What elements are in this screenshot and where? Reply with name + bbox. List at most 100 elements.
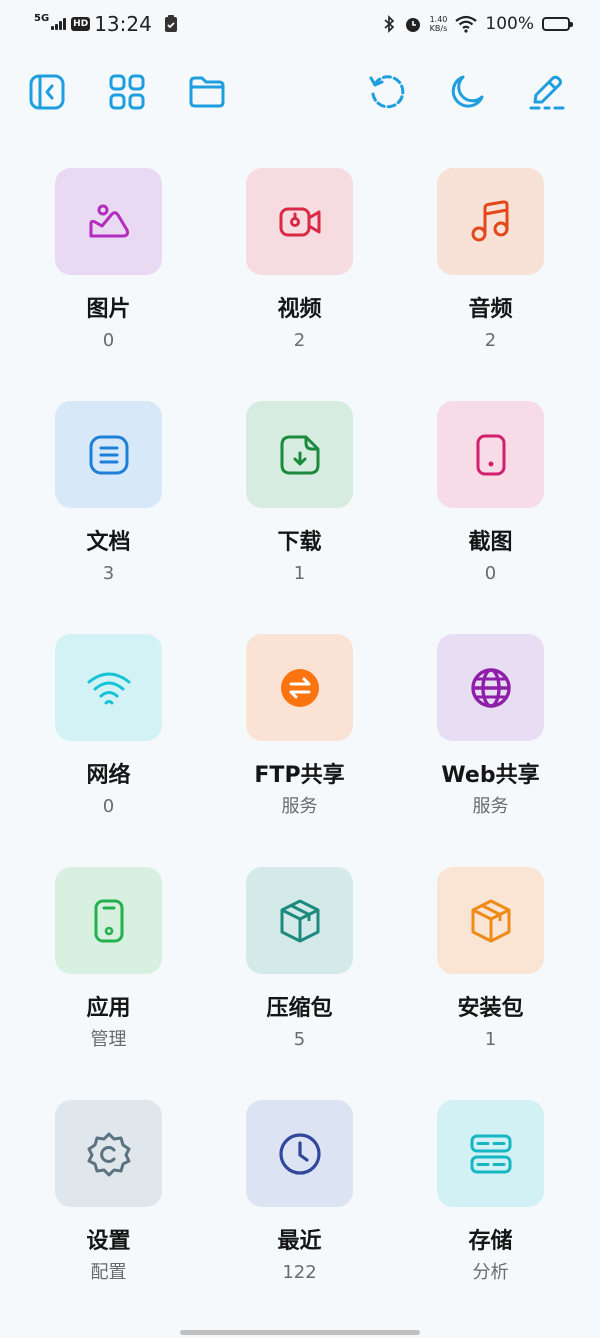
tile-icon-background bbox=[437, 401, 544, 508]
tile-subtitle: 1 bbox=[484, 1029, 497, 1050]
collapse-sidebar-button[interactable] bbox=[25, 70, 69, 114]
tile-subtitle: 122 bbox=[282, 1262, 317, 1283]
signal-icon bbox=[51, 18, 67, 30]
tile-icon-background bbox=[246, 634, 353, 741]
tile-subtitle: 1 bbox=[293, 563, 306, 584]
globe-icon bbox=[470, 667, 511, 708]
tile-subtitle: 0 bbox=[102, 330, 115, 351]
category-tile[interactable]: 视频 2 bbox=[204, 168, 395, 401]
tile-label: 应用 bbox=[86, 996, 131, 1021]
category-tile[interactable]: 音频 2 bbox=[395, 168, 586, 401]
history-icon bbox=[369, 75, 405, 109]
tile-subtitle: 服务 bbox=[472, 796, 509, 817]
tile-icon-background bbox=[246, 168, 353, 275]
screenshot-icon bbox=[476, 434, 505, 475]
tile-label: 视频 bbox=[277, 297, 322, 322]
category-grid: 图片 0 视频 2 音频 2 文档 3 下载 1 截图 0 网络 0 FTP共享 服务 Web共享 服务 应用 管理压… bbox=[13, 168, 587, 1333]
tile-label: 图片 bbox=[86, 297, 131, 322]
tile-icon-background bbox=[437, 1100, 544, 1207]
tile-label: 文档 bbox=[86, 530, 131, 555]
package-icon bbox=[471, 899, 510, 942]
battery-icon bbox=[542, 17, 573, 31]
tile-label: 音频 bbox=[468, 297, 513, 322]
tile-icon-background bbox=[55, 1100, 162, 1207]
ftp-share-icon bbox=[280, 668, 319, 707]
download-icon bbox=[280, 435, 319, 474]
folder-icon bbox=[189, 76, 225, 108]
category-tile[interactable]: Web共享服务 bbox=[395, 634, 586, 867]
tile-label: 安装包 bbox=[457, 996, 524, 1021]
status-time: 13:24 bbox=[94, 12, 152, 36]
tile-subtitle: 5 bbox=[293, 1029, 306, 1050]
tile-icon-background bbox=[437, 634, 544, 741]
tile-label: 最近 bbox=[277, 1229, 322, 1254]
category-tile[interactable]: 文档 3 bbox=[13, 401, 204, 634]
tile-subtitle: 分析 bbox=[472, 1262, 509, 1283]
tile-label: 存储 bbox=[468, 1229, 513, 1254]
tile-subtitle: 配置 bbox=[90, 1262, 127, 1283]
history-button[interactable] bbox=[365, 70, 409, 114]
category-tile[interactable]: 压缩包 5 bbox=[204, 867, 395, 1100]
clipboard-icon bbox=[164, 15, 178, 33]
tile-subtitle: 2 bbox=[293, 330, 306, 351]
category-tile[interactable]: 网络 0 bbox=[13, 634, 204, 867]
category-tile[interactable]: 安装包 1 bbox=[395, 867, 586, 1100]
tile-icon-background bbox=[246, 867, 353, 974]
category-tile[interactable]: 图片 0 bbox=[13, 168, 204, 401]
status-bar: 5G HD 13:24 1.40 KB/s 100% bbox=[0, 0, 600, 48]
status-bar-left: 5G HD 13:24 bbox=[34, 12, 186, 36]
network-speed: 1.40 KB/s bbox=[430, 15, 448, 33]
tile-label: 下载 bbox=[277, 530, 322, 555]
clock-icon bbox=[278, 1132, 321, 1175]
folder-button[interactable] bbox=[185, 70, 229, 114]
music-icon bbox=[471, 199, 508, 241]
hd-badge: HD bbox=[71, 17, 91, 31]
tile-subtitle: 2 bbox=[484, 330, 497, 351]
category-tile[interactable]: 存储 分析 bbox=[395, 1100, 586, 1333]
tile-icon-background bbox=[246, 401, 353, 508]
edit-button[interactable] bbox=[525, 70, 569, 114]
tile-subtitle: 服务 bbox=[281, 796, 318, 817]
home-indicator[interactable] bbox=[180, 1330, 420, 1335]
speed-value: 1.40 bbox=[429, 15, 448, 24]
tile-label: Web共享 bbox=[441, 763, 540, 788]
tile-label: 网络 bbox=[86, 763, 131, 788]
video-icon bbox=[279, 207, 320, 236]
tile-label: 截图 bbox=[468, 530, 513, 555]
category-tile[interactable]: 应用 管理 bbox=[13, 867, 204, 1100]
moon-icon bbox=[451, 75, 484, 108]
dark-mode-button[interactable] bbox=[445, 70, 489, 114]
storage-icon bbox=[470, 1134, 511, 1173]
alarm-icon bbox=[404, 15, 422, 33]
collapse-sidebar-icon bbox=[29, 74, 65, 110]
category-tile[interactable]: 截图 0 bbox=[395, 401, 586, 634]
category-tile[interactable]: 最近 122 bbox=[204, 1100, 395, 1333]
document-icon bbox=[89, 435, 128, 474]
toolbar bbox=[0, 64, 600, 120]
tile-label: FTP共享 bbox=[254, 763, 345, 788]
bluetooth-icon bbox=[382, 15, 396, 33]
network-type: 5G bbox=[34, 13, 50, 24]
tile-icon-background bbox=[437, 168, 544, 275]
tile-subtitle: 0 bbox=[102, 796, 115, 817]
wifi-icon bbox=[87, 672, 130, 704]
image-icon bbox=[89, 204, 129, 237]
tile-subtitle: 0 bbox=[484, 563, 497, 584]
tile-label: 设置 bbox=[86, 1229, 131, 1254]
speed-unit: KB/s bbox=[429, 24, 448, 33]
tile-icon-background bbox=[246, 1100, 353, 1207]
tile-icon-background bbox=[55, 168, 162, 275]
category-tile[interactable]: 设置 配置 bbox=[13, 1100, 204, 1333]
status-bar-right: 1.40 KB/s 100% bbox=[382, 14, 573, 34]
category-tile[interactable]: FTP共享服务 bbox=[204, 634, 395, 867]
tile-subtitle: 管理 bbox=[90, 1029, 127, 1050]
wifi-status-icon bbox=[455, 15, 478, 33]
tile-subtitle: 3 bbox=[102, 563, 115, 584]
phone-icon bbox=[94, 899, 123, 942]
battery-percent: 100% bbox=[485, 14, 534, 34]
tile-icon-background bbox=[55, 867, 162, 974]
category-tile[interactable]: 下载 1 bbox=[204, 401, 395, 634]
apps-grid-icon bbox=[109, 74, 145, 110]
apps-grid-button[interactable] bbox=[105, 70, 149, 114]
edit-icon bbox=[529, 75, 565, 110]
